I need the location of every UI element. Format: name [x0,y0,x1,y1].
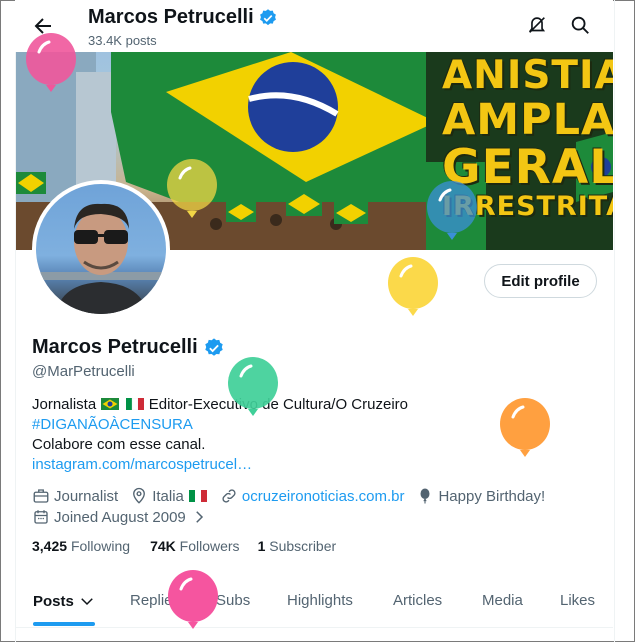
edit-profile-button[interactable]: Edit profile [484,264,597,298]
verified-badge-icon [259,8,276,25]
tab-highlights[interactable]: Highlights [287,592,353,609]
tab-articles[interactable]: Articles [393,592,442,609]
balloon-green-icon [228,357,278,416]
balloon-yellow-icon [167,159,217,218]
profile-header: Marcos Petrucelli 33.4K posts [15,0,613,52]
meta-location-text: Italia [152,487,184,505]
calendar-icon [34,510,48,524]
profile-name: Marcos Petrucelli [32,336,225,359]
meta-joined[interactable]: Joined August 2009 [32,508,208,526]
header-posts-count: 33.4K posts [88,33,157,48]
profile-name-text: Marcos Petrucelli [32,336,198,358]
meta-job-text: Journalist [54,487,119,505]
verified-badge-icon[interactable] [203,337,225,359]
link-icon [222,489,236,503]
balloon-orange-icon [500,398,550,457]
banner-line-1: ANISTIA [442,53,613,98]
followers-label: Followers [179,538,240,554]
location-pin-icon [133,487,146,504]
brazil-flag-icon [101,398,120,410]
profile-meta: Journalist Italia ocruzeironoticias.com.… [32,486,592,528]
tab-media[interactable]: Media [482,592,523,609]
active-tab-indicator [33,622,95,626]
meta-website[interactable]: ocruzeironoticias.com.br [220,487,405,505]
balloon-yellow-icon [388,257,438,316]
meta-location: Italia [130,487,208,505]
meta-job: Journalist [32,487,118,505]
avatar-photo [36,184,166,314]
tab-posts-label: Posts [33,592,74,610]
balloon-blue-icon [427,181,477,240]
tab-subs[interactable]: Subs [216,592,250,609]
balloon-icon [420,488,430,504]
notifications-off-icon[interactable] [526,14,548,36]
balloon-pink-icon [168,570,218,629]
profile-stats: 3,425 Following 74K Followers 1 Subscrib… [32,538,336,554]
followers-count: 74K [150,538,176,554]
subscriber-label: Subscriber [269,538,337,554]
banner-line-2: AMPLA [442,95,613,145]
briefcase-icon [33,489,49,503]
subscriber-count: 1 [257,538,266,554]
profile-handle: @MarPetrucelli [32,363,135,380]
bio-prefix: Jornalista [32,396,97,413]
profile-tabs: Posts Replies Subs Highlights Articles M… [16,574,613,628]
header-name-text: Marcos Petrucelli [88,6,254,28]
tab-posts[interactable]: Posts [33,592,96,610]
meta-birthday: Happy Birthday! [416,487,545,505]
tab-likes[interactable]: Likes [560,592,595,609]
following-label: Following [70,538,131,554]
italy-flag-icon [188,490,207,502]
subscriber-stat[interactable]: 1 Subscriber [258,538,337,554]
header-name: Marcos Petrucelli [88,6,278,29]
meta-birthday-text: Happy Birthday! [438,487,546,505]
chevron-right-icon [196,511,203,523]
avatar[interactable] [32,180,170,318]
chevron-down-icon [81,598,93,606]
following-count: 3,425 [32,538,68,554]
followers-stat[interactable]: 74K Followers [150,538,239,554]
meta-website-link[interactable]: ocruzeironoticias.com.br [242,488,405,505]
italy-flag-icon [125,398,144,410]
balloon-pink-icon [26,33,76,92]
search-icon[interactable] [569,14,591,36]
following-stat[interactable]: 3,425 Following [32,538,130,554]
meta-joined-text: Joined August 2009 [54,508,186,526]
